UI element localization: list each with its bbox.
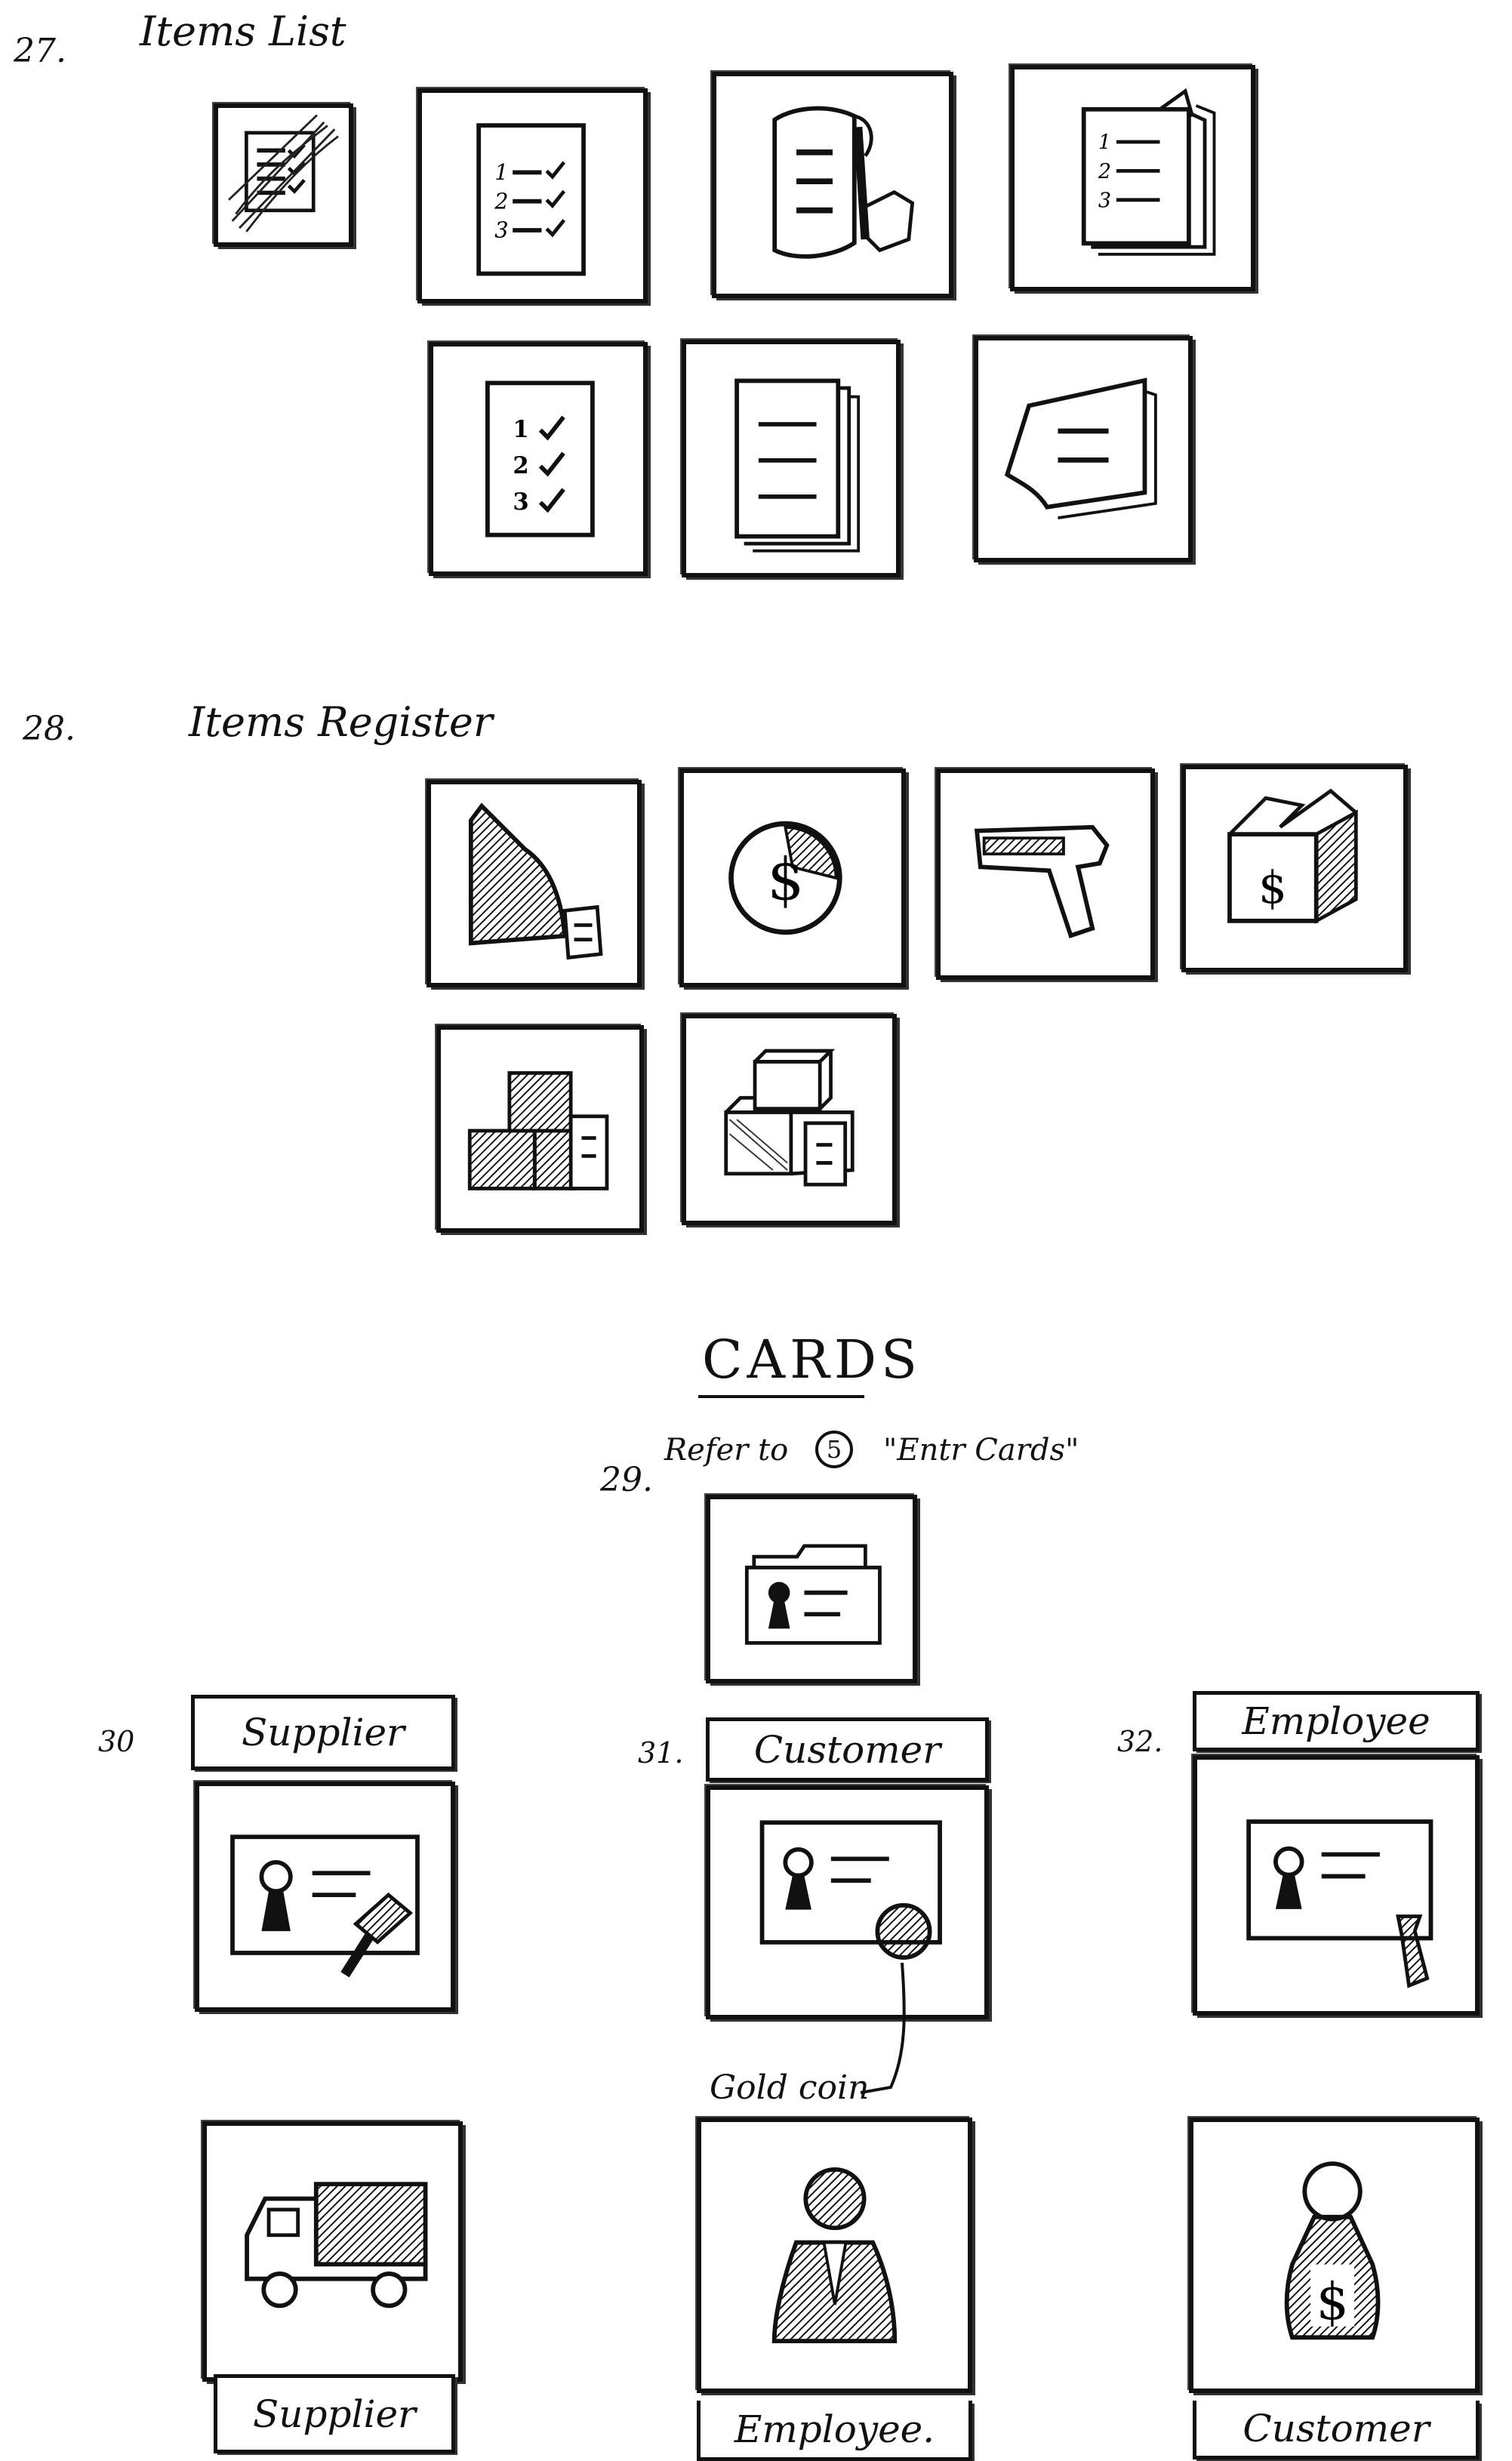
- refer-circle-number: 5: [826, 1435, 842, 1464]
- items-list-icon-1[interactable]: [214, 103, 353, 247]
- svg-text:3: 3: [1098, 189, 1111, 212]
- customer-bottom-label-text: Employee.: [734, 2407, 935, 2451]
- items-list-icon-5[interactable]: 1 2 3: [429, 342, 648, 576]
- employee-card-tie-icon: [1246, 1819, 1433, 1988]
- customer-money-bag-icon: $: [1284, 2161, 1381, 2340]
- sticky-note-icon: [1004, 377, 1157, 519]
- svg-text:3: 3: [513, 488, 528, 516]
- items-list-icon-4[interactable]: 1 2 3: [1010, 65, 1255, 291]
- svg-text:1: 1: [513, 416, 528, 443]
- supplier-top-label-text: Supplier: [242, 1711, 405, 1754]
- employee-top-label[interactable]: Employee: [1193, 1691, 1480, 1751]
- gold-coin-annotation: Gold coin: [710, 2068, 870, 2107]
- box-stack-icon: [467, 1070, 609, 1190]
- employee-bottom-label[interactable]: Customer: [1193, 2401, 1480, 2459]
- employee-bottom-label-text: Customer: [1243, 2406, 1430, 2450]
- items-register-icon-2[interactable]: $: [679, 768, 906, 987]
- customer-number: 31.: [638, 1736, 684, 1770]
- refer-circle: 5: [815, 1431, 853, 1468]
- svg-text:1: 1: [494, 159, 508, 185]
- checklist-scribbled-icon: [228, 114, 339, 233]
- cards-refer-number: 29.: [600, 1461, 653, 1499]
- employee-card-tile[interactable]: [1193, 1755, 1480, 2016]
- customer-top-label[interactable]: Customer: [706, 1717, 989, 1782]
- items-register-icon-3[interactable]: [936, 768, 1155, 980]
- supplier-bottom-label[interactable]: Supplier: [214, 2374, 455, 2453]
- cards-heading: CARDS: [702, 1329, 922, 1391]
- svg-text:2: 2: [513, 452, 528, 479]
- supplier-image-tile[interactable]: [202, 2121, 463, 2382]
- items-list-icon-7[interactable]: [974, 336, 1193, 562]
- supplier-top-label[interactable]: Supplier: [191, 1695, 455, 1770]
- svg-text:$: $: [767, 847, 804, 914]
- supplier-number: 30: [98, 1725, 135, 1758]
- items-register-icon-5[interactable]: [436, 1025, 644, 1233]
- employee-figure-icon: [771, 2167, 898, 2344]
- delivery-truck-icon: [245, 2182, 428, 2309]
- scroll-list-icon: [772, 106, 915, 259]
- document-stack-icon: [734, 378, 861, 553]
- customer-image-tile[interactable]: [697, 2118, 972, 2393]
- supplier-card-tile[interactable]: [195, 1782, 455, 2012]
- items-register-icon-4[interactable]: $: [1181, 765, 1408, 972]
- items-list-number: 27.: [14, 32, 66, 70]
- items-register-icon-6[interactable]: [682, 1014, 897, 1225]
- numbered-checklist-large-icon: 1 2 3: [485, 380, 595, 537]
- items-list-icon-6[interactable]: [682, 340, 901, 578]
- card-folder-icon: [744, 1544, 882, 1645]
- svg-text:$: $: [1316, 2272, 1349, 2331]
- svg-text:2: 2: [494, 188, 508, 214]
- cards-refer-target: "Entr Cards": [883, 1433, 1079, 1468]
- customer-top-label-text: Customer: [753, 1727, 941, 1772]
- items-list-title: Items List: [140, 8, 346, 55]
- dollar-coin-icon: $: [728, 821, 842, 935]
- items-list-icon-2[interactable]: 1 2 3: [417, 88, 648, 303]
- svg-text:$: $: [1258, 861, 1287, 913]
- cards-icon-29[interactable]: [706, 1495, 917, 1683]
- supplier-bottom-label-text: Supplier: [253, 2392, 416, 2436]
- items-list-icon-3[interactable]: [712, 72, 953, 298]
- folder-ledger-icon: [468, 802, 603, 960]
- barcode-scanner-icon: [974, 824, 1110, 938]
- box-pile-icon: [724, 1049, 855, 1187]
- employee-image-tile[interactable]: $: [1189, 2118, 1480, 2393]
- svg-text:2: 2: [1098, 160, 1111, 183]
- dollar-box-icon: $: [1227, 788, 1358, 924]
- numbered-list-stack-icon: 1 2 3: [1081, 88, 1216, 256]
- employee-top-label-text: Employee: [1242, 1699, 1430, 1743]
- numbered-checklist-icon: 1 2 3: [476, 123, 586, 276]
- cards-heading-underline: [698, 1395, 864, 1398]
- cards-refer-text: Refer to: [664, 1433, 789, 1468]
- svg-text:1: 1: [1098, 131, 1111, 155]
- employee-number: 32.: [1117, 1725, 1163, 1758]
- supplier-card-hammer-icon: [230, 1834, 420, 1978]
- items-register-title: Items Register: [189, 698, 493, 746]
- items-register-icon-1[interactable]: [427, 780, 642, 987]
- customer-bottom-label[interactable]: Employee.: [697, 2401, 972, 2461]
- svg-text:3: 3: [494, 217, 508, 243]
- items-register-number: 28.: [23, 710, 75, 748]
